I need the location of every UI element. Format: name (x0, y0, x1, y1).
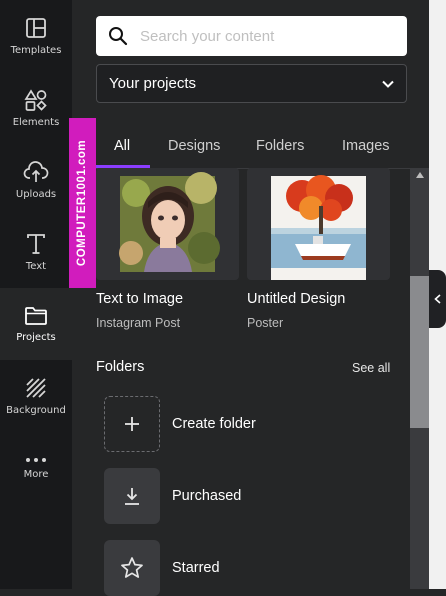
create-folder-tile (104, 396, 160, 452)
rail-item-templates[interactable]: Templates (0, 0, 72, 72)
rail-label: Elements (12, 116, 60, 128)
projects-filter-dropdown[interactable]: Your projects (96, 64, 407, 103)
collapse-panel-button[interactable] (429, 270, 446, 328)
red-tree-boat-thumbnail (247, 168, 390, 280)
rail-item-text[interactable]: Text (0, 216, 72, 288)
design-title[interactable]: Untitled Design (247, 291, 345, 307)
folders-heading: Folders (96, 359, 145, 375)
starred-folder-tile (104, 540, 160, 596)
chevron-down-icon (382, 80, 394, 88)
rail-label: Text (25, 260, 47, 272)
star-icon (121, 557, 143, 578)
folder-label: Create folder (172, 416, 256, 432)
scroll-up-arrow[interactable] (410, 168, 429, 182)
tab-folders[interactable]: Folders (256, 138, 304, 154)
search-input[interactable] (138, 26, 392, 46)
upload-cloud-icon (23, 160, 49, 182)
plus-icon (125, 417, 139, 431)
content-tabs: All Designs Folders Images (96, 128, 429, 169)
rail-label: Background (6, 404, 66, 416)
folder-purchased[interactable]: Purchased (104, 468, 364, 524)
rail-item-uploads[interactable]: Uploads (0, 144, 72, 216)
rail-item-background[interactable]: Background (0, 360, 72, 432)
rail-label: Projects (16, 331, 56, 343)
tab-designs[interactable]: Designs (168, 138, 220, 154)
purchased-folder-tile (104, 468, 160, 524)
download-icon (125, 488, 139, 505)
tab-images[interactable]: Images (342, 138, 390, 154)
rail-item-more[interactable]: More (0, 432, 72, 504)
rail-label: Uploads (15, 188, 57, 200)
search-box[interactable] (96, 16, 407, 56)
elements-icon (24, 88, 47, 111)
design-card-thumbnail[interactable] (247, 168, 390, 280)
see-all-link[interactable]: See all (352, 361, 390, 375)
more-dots-icon (26, 457, 46, 462)
triangle-up-icon (415, 172, 424, 178)
background-stripes-icon (26, 377, 46, 398)
dropdown-value: Your projects (109, 75, 196, 92)
folder-icon (25, 306, 47, 325)
rail-label: More (23, 468, 49, 480)
text-icon (27, 233, 45, 254)
design-type: Instagram Post (96, 316, 181, 330)
scrollbar-thumb[interactable] (410, 276, 429, 428)
folder-label: Starred (172, 560, 220, 576)
folder-starred[interactable]: Starred (104, 540, 364, 596)
templates-icon (26, 17, 46, 38)
anime-girl-thumbnail (96, 168, 239, 280)
projects-panel: Your projects All Designs Folders Images… (72, 0, 429, 596)
tab-all[interactable]: All (114, 138, 130, 154)
design-card-thumbnail[interactable] (96, 168, 239, 280)
folder-label: Purchased (172, 488, 242, 504)
watermark-banner: COMPUTER1001.com (69, 118, 96, 288)
create-folder-button[interactable]: Create folder (104, 396, 364, 452)
watermark-text: COMPUTER1001.com (76, 139, 89, 267)
design-type: Poster (247, 316, 284, 330)
search-icon (109, 27, 128, 46)
rail-item-elements[interactable]: Elements (0, 72, 72, 144)
rail-label: Templates (10, 44, 62, 56)
side-rail: Templates Elements Uploads Text Projects… (0, 0, 72, 589)
rail-item-projects[interactable]: Projects (0, 288, 72, 360)
design-title[interactable]: Text to Image (96, 291, 183, 307)
chevron-left-icon (434, 294, 441, 304)
